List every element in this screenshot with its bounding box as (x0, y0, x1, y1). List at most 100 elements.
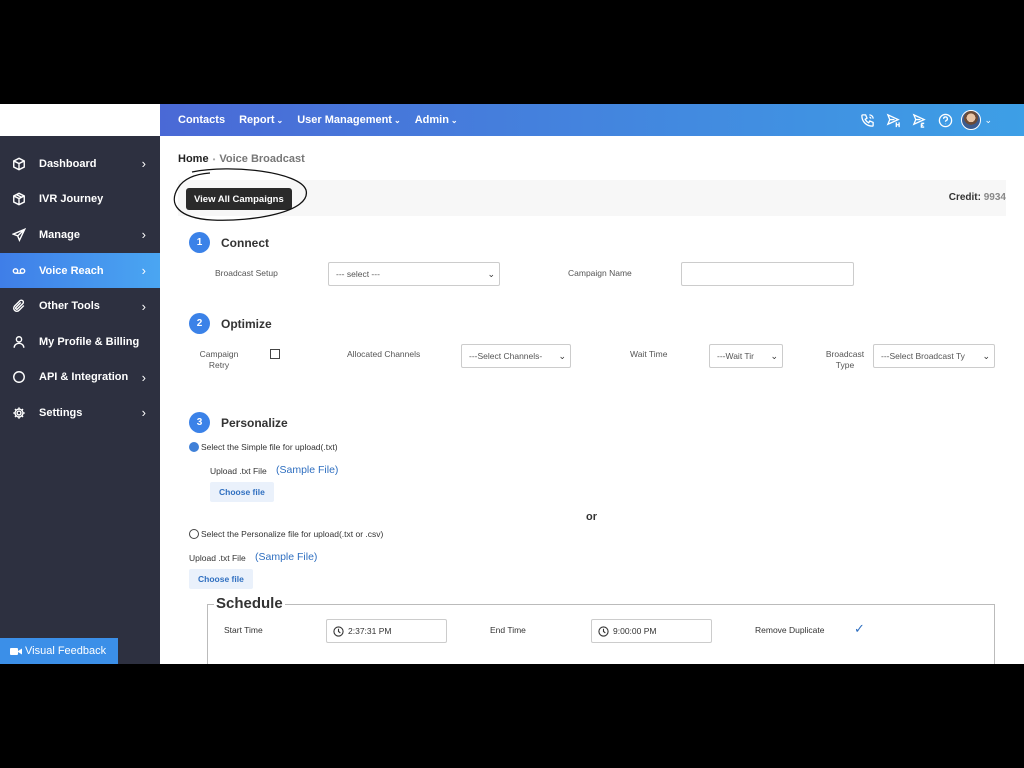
cube-icon (12, 157, 26, 171)
sidebar-item-label: Other Tools (39, 300, 100, 313)
app-window: Dashboard › IVR Journey Manage › Voice R… (0, 104, 1024, 664)
label-line: Retry (208, 360, 230, 370)
topnav-admin[interactable]: Admin ⌄ (415, 114, 458, 126)
sidebar-item-my-profile-billing[interactable]: My Profile & Billing (0, 324, 160, 360)
topnav-label: User Management (297, 114, 392, 126)
label-line: Broadcast (825, 349, 865, 359)
send-h-icon[interactable] (885, 112, 901, 128)
sidebar-item-manage[interactable]: Manage › (0, 217, 160, 253)
chevron-right-icon: › (141, 227, 146, 243)
allocated-channels-select[interactable]: ---Select Channels- ⌄ (461, 344, 571, 368)
select-value: ---Select Channels- (469, 351, 543, 361)
box-icon (12, 192, 26, 206)
simple-file-radio-label: Select the Simple file for upload(.txt) (201, 442, 338, 452)
video-camera-icon (10, 647, 22, 655)
card-header: View All Campaigns Credit: 9934 (173, 168, 1006, 221)
breadcrumb-separator: • (212, 155, 216, 164)
chevron-down-icon: ⌄ (393, 116, 401, 125)
clock-icon (598, 625, 609, 637)
chevron-down-icon: ⌄ (450, 116, 458, 125)
breadcrumb-current: Voice Broadcast (219, 153, 305, 165)
campaign-retry-label: Campaign Retry (198, 349, 240, 371)
or-divider: or (586, 511, 597, 523)
send-en-icon[interactable] (911, 112, 927, 128)
sample-file-link[interactable]: (Sample File) (255, 551, 317, 563)
sidebar-item-label: Manage (39, 228, 80, 241)
circle-icon (12, 370, 26, 384)
clock-icon (333, 625, 344, 637)
broadcast-setup-select[interactable]: --- select --- ⌄ (328, 262, 500, 286)
sample-file-link[interactable]: (Sample File) (276, 464, 338, 476)
step-number: 2 (189, 313, 210, 334)
credit-display: Credit: 9934 (949, 192, 1006, 203)
chevron-down-icon: ⌄ (982, 350, 990, 361)
sidebar-item-api-integration[interactable]: API & Integration › (0, 360, 160, 396)
campaign-retry-checkbox[interactable] (270, 349, 280, 359)
chevron-right-icon: › (141, 263, 146, 279)
topnav-report[interactable]: Report ⌄ (239, 114, 283, 126)
chevron-down-icon: ⌄ (487, 268, 495, 279)
credit-label: Credit: (948, 192, 981, 203)
visual-feedback-button[interactable]: Visual Feedback (0, 638, 118, 664)
help-icon[interactable] (937, 112, 953, 128)
topnav-label: Admin (414, 114, 449, 126)
chevron-right-icon: › (141, 369, 146, 385)
sidebar-item-settings[interactable]: Settings › (0, 395, 160, 431)
chevron-down-icon[interactable]: ⌄ (984, 115, 992, 126)
label-line: Type (835, 360, 855, 370)
chevron-down-icon: ⌄ (558, 350, 566, 361)
upload-txt-label: Upload .txt File (210, 466, 267, 476)
step-title: Optimize (221, 316, 272, 331)
breadcrumb: Home • Voice Broadcast (178, 153, 305, 165)
step-connect-header: 1 Connect (189, 232, 269, 253)
chevron-down-icon: ⌄ (770, 350, 778, 361)
sidebar-item-label: IVR Journey (39, 193, 104, 206)
select-value: --- select --- (336, 269, 380, 279)
schedule-section: Schedule Start Time 2:37:31 PM End Time … (207, 595, 995, 664)
sidebar: Dashboard › IVR Journey Manage › Voice R… (0, 104, 160, 664)
send-icon (12, 227, 26, 242)
step-number: 1 (189, 232, 210, 253)
campaign-name-label: Campaign Name (568, 268, 632, 278)
sidebar-nav: Dashboard › IVR Journey Manage › Voice R… (0, 146, 160, 431)
choose-file-button[interactable]: Choose file (189, 569, 253, 589)
logo-area (0, 104, 160, 136)
chevron-right-icon: › (141, 298, 146, 314)
step-number: 3 (189, 412, 210, 433)
topnav-label: Contacts (178, 114, 226, 126)
sidebar-item-label: API & Integration (39, 371, 129, 384)
remove-duplicate-check-icon[interactable]: ✓ (854, 621, 865, 637)
sidebar-item-voice-reach[interactable]: Voice Reach › (0, 252, 160, 289)
personalize-file-radio[interactable] (189, 529, 199, 539)
main-content: Home • Voice Broadcast View All Campaigns … (160, 136, 1024, 664)
schedule-title: Schedule (214, 595, 285, 612)
top-icon-group: ⌄ (849, 110, 992, 130)
chevron-down-icon: ⌄ (276, 116, 284, 125)
step-title: Connect (221, 235, 269, 250)
broadcast-type-select[interactable]: ---Select Broadcast Ty ⌄ (873, 344, 995, 368)
personalize-file-radio-label: Select the Personalize file for upload(.… (201, 529, 384, 539)
wait-time-select[interactable]: ---Wait Tir ⌄ (709, 344, 783, 368)
view-all-campaigns-button[interactable]: View All Campaigns (186, 188, 292, 210)
phone-call-icon[interactable] (859, 112, 875, 128)
top-menu: Contacts Report ⌄ User Management ⌄ Admin ⌄ (160, 114, 472, 126)
step-optimize-header: 2 Optimize (189, 313, 272, 334)
broadcast-setup-label: Broadcast Setup (215, 268, 278, 278)
topnav-user-management[interactable]: User Management ⌄ (297, 114, 400, 126)
select-value: ---Wait Tir (717, 351, 754, 361)
gear-icon (12, 406, 26, 420)
sidebar-item-ivr-journey[interactable]: IVR Journey (0, 182, 160, 218)
end-time-label: End Time (490, 625, 526, 635)
sidebar-item-other-tools[interactable]: Other Tools › (0, 288, 160, 324)
broadcast-type-label: Broadcast Type (822, 349, 868, 371)
avatar[interactable] (961, 110, 982, 130)
end-time-value: 9:00:00 PM (613, 626, 657, 636)
start-time-input[interactable]: 2:37:31 PM (326, 619, 447, 643)
campaign-name-input[interactable] (681, 262, 854, 286)
sidebar-item-dashboard[interactable]: Dashboard › (0, 146, 160, 182)
breadcrumb-home[interactable]: Home (178, 153, 209, 165)
topnav-contacts[interactable]: Contacts (178, 114, 225, 126)
end-time-input[interactable]: 9:00:00 PM (591, 619, 712, 643)
simple-file-radio[interactable] (189, 442, 199, 452)
choose-file-button[interactable]: Choose file (210, 482, 274, 502)
